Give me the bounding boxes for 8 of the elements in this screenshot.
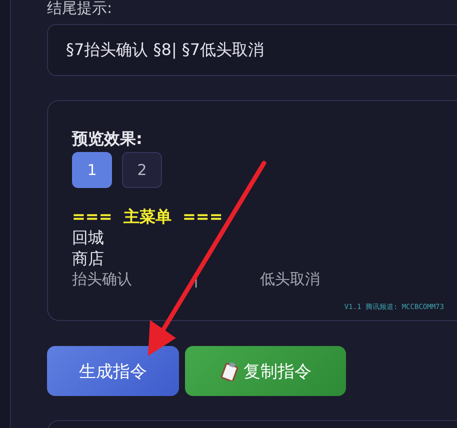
input-field[interactable]: §7抬头确认 §8| §7低头取消 [47, 24, 457, 76]
menu-header: === 主菜单 === [72, 206, 224, 227]
preview-title: 预览效果: [72, 128, 144, 150]
copy-button[interactable]: 复制指令 [185, 346, 346, 396]
page-tab[interactable]: 2 [122, 152, 162, 188]
generate-button[interactable]: 生成指令 [47, 346, 179, 396]
page-tab[interactable]: 1 [72, 152, 112, 188]
field-label: 结尾提示: [47, 0, 114, 17]
